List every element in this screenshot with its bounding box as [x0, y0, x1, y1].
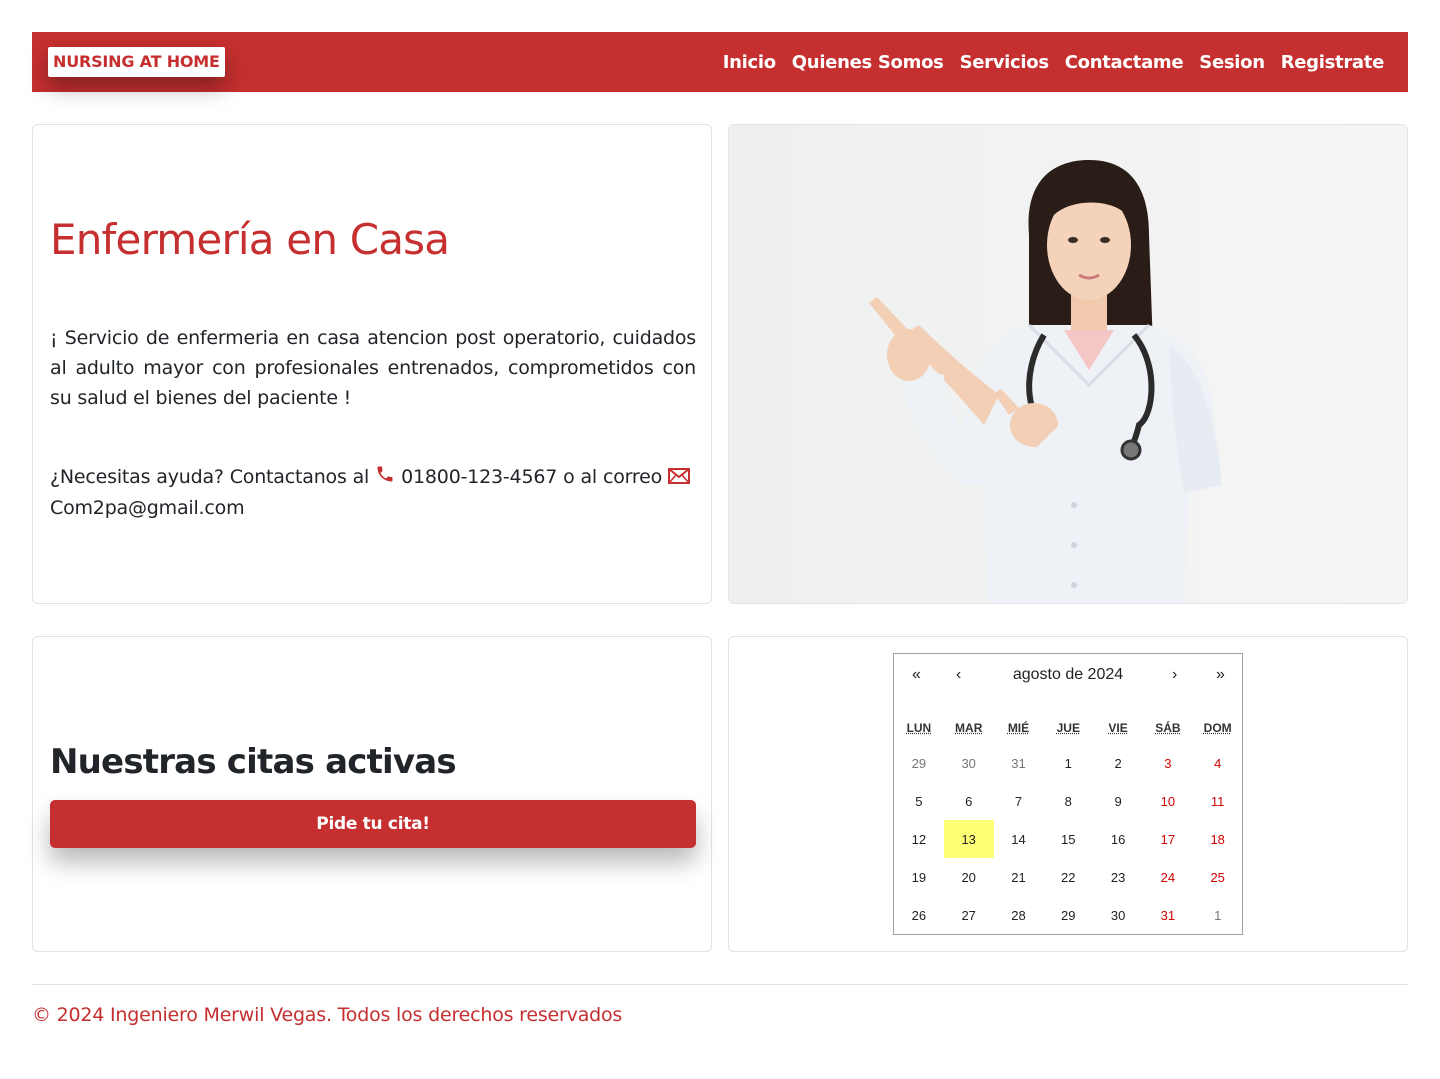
nav-link-quienes-somos[interactable]: Quienes Somos [792, 52, 944, 73]
weekday-label: LUN [906, 721, 932, 735]
weekday-label: JUE [1056, 721, 1080, 735]
calendar-days: 29 30 31 1 2 3 4 5 6 7 8 9 10 11 12 13 1… [894, 744, 1242, 934]
calendar-day[interactable]: 16 [1093, 820, 1143, 858]
nurse-photo [729, 125, 1407, 603]
contact-phone[interactable]: 01800-123-4567 [401, 466, 557, 488]
weekday-label: SÁB [1155, 721, 1181, 735]
weekday-label: MIÉ [1007, 721, 1030, 735]
citas-title: Nuestras citas activas [50, 742, 457, 782]
nav-links: Inicio Quienes Somos Servicios Contactam… [723, 32, 1385, 92]
calendar-day[interactable]: 26 [894, 896, 944, 934]
calendar-day[interactable]: 29 [894, 744, 944, 782]
nav-link-inicio[interactable]: Inicio [723, 52, 776, 73]
hero-contact: ¿Necesitas ayuda? Contactanos al 01800-12… [50, 462, 696, 523]
calendar-day[interactable]: 6 [944, 782, 994, 820]
calendar-day[interactable]: 22 [1043, 858, 1093, 896]
calendar-day[interactable]: 12 [894, 820, 944, 858]
calendar-weekdays: LUN MAR MIÉ JUE VIE SÁB DOM [894, 721, 1242, 735]
weekday-label: MAR [955, 721, 983, 735]
hero-description: ¡ Servicio de enfermeria en casa atencio… [50, 327, 696, 409]
phone-icon [375, 463, 395, 493]
calendar-next-button[interactable]: › [1172, 666, 1177, 684]
envelope-icon [668, 463, 691, 493]
nav-link-contactame[interactable]: Contactame [1065, 52, 1184, 73]
calendar-day[interactable]: 14 [994, 820, 1044, 858]
calendar-day[interactable]: 31 [994, 744, 1044, 782]
calendar-day[interactable]: 7 [994, 782, 1044, 820]
calendar-day[interactable]: 5 [894, 782, 944, 820]
calendar-day[interactable]: 10 [1143, 782, 1193, 820]
weekday-label: DOM [1203, 721, 1232, 735]
calendar-day[interactable]: 23 [1093, 858, 1143, 896]
calendar-day[interactable]: 20 [944, 858, 994, 896]
calendar-day[interactable]: 15 [1043, 820, 1093, 858]
calendar-day[interactable]: 21 [994, 858, 1044, 896]
hero-title: Enfermería en Casa [50, 215, 450, 264]
calendar-day[interactable]: 9 [1093, 782, 1143, 820]
calendar-day[interactable]: 19 [894, 858, 944, 896]
calendar-day[interactable]: 29 [1043, 896, 1093, 934]
footer-copyright: © 2024 Ingeniero Merwil Vegas. Todos los… [32, 1004, 623, 1026]
footer-divider [32, 984, 1408, 985]
contact-email[interactable]: Com2pa@gmail.com [50, 497, 245, 519]
citas-card: Nuestras citas activas Pide tu cita! [32, 636, 712, 952]
calendar-last-button[interactable]: » [1216, 666, 1225, 684]
calendar-day[interactable]: 27 [944, 896, 994, 934]
nurse-image-card [728, 124, 1408, 604]
calendar-day[interactable]: 24 [1143, 858, 1193, 896]
calendar-card: « ‹ agosto de 2024 › » LUN MAR MIÉ JUE V… [728, 636, 1408, 952]
calendar-day[interactable]: 28 [994, 896, 1044, 934]
calendar-navigation: « ‹ agosto de 2024 › » [894, 654, 1242, 698]
hero-card: Enfermería en Casa ¡ Servicio de enferme… [32, 124, 712, 604]
calendar-day[interactable]: 30 [944, 744, 994, 782]
calendar-day[interactable]: 1 [1043, 744, 1093, 782]
weekday-label: VIE [1108, 721, 1128, 735]
calendar-day[interactable]: 8 [1043, 782, 1093, 820]
calendar-day[interactable]: 18 [1193, 820, 1243, 858]
navbar: NURSING AT HOME Inicio Quienes Somos Ser… [32, 32, 1408, 92]
contact-middle: o al correo [563, 466, 663, 488]
calendar-day[interactable]: 11 [1193, 782, 1243, 820]
nav-link-servicios[interactable]: Servicios [960, 52, 1049, 73]
calendar-day[interactable]: 3 [1143, 744, 1193, 782]
calendar-day[interactable]: 30 [1093, 896, 1143, 934]
calendar-day[interactable]: 2 [1093, 744, 1143, 782]
calendar-day-today[interactable]: 13 [943, 820, 994, 858]
calendar: « ‹ agosto de 2024 › » LUN MAR MIÉ JUE V… [893, 653, 1243, 935]
calendar-month-label[interactable]: agosto de 2024 [894, 666, 1242, 684]
calendar-day[interactable]: 31 [1143, 896, 1193, 934]
calendar-day[interactable]: 17 [1143, 820, 1193, 858]
contact-prefix: ¿Necesitas ayuda? Contactanos al [50, 466, 370, 488]
calendar-day[interactable]: 25 [1193, 858, 1243, 896]
nav-link-registrate[interactable]: Registrate [1281, 52, 1385, 73]
brand-logo[interactable]: NURSING AT HOME [48, 47, 225, 77]
calendar-day[interactable]: 4 [1193, 744, 1243, 782]
pide-tu-cita-button[interactable]: Pide tu cita! [50, 800, 696, 848]
nav-link-sesion[interactable]: Sesion [1199, 52, 1265, 73]
calendar-day[interactable]: 1 [1193, 896, 1243, 934]
